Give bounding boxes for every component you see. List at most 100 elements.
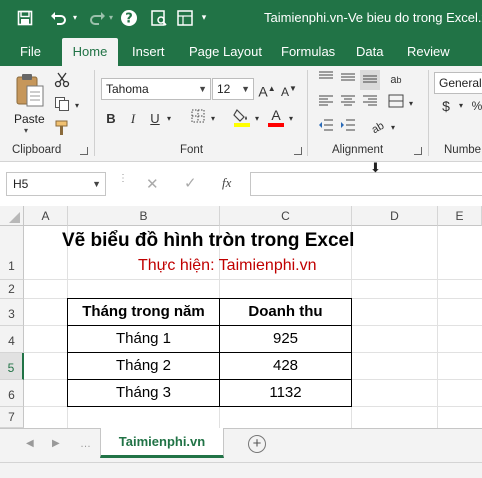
orientation-icon[interactable]: ab xyxy=(386,70,406,90)
italic-button[interactable]: I xyxy=(124,109,142,129)
table-cell-revenue[interactable]: 925 xyxy=(219,325,352,353)
tab-insert[interactable]: Insert xyxy=(132,38,165,66)
align-left-icon[interactable] xyxy=(316,94,336,114)
paste-dropdown-icon: ▾ xyxy=(24,126,29,135)
table-cell-month[interactable]: Tháng 1 xyxy=(67,325,220,353)
bottom-align-icon[interactable] xyxy=(360,70,380,90)
borders-dropdown-icon[interactable]: ▾ xyxy=(208,109,218,129)
copy-dropdown-icon[interactable]: ▾ xyxy=(72,96,82,116)
sheet-title[interactable]: Vẽ biểu đồ hình tròn trong Excel xyxy=(62,230,354,252)
align-center-icon[interactable] xyxy=(338,94,358,114)
sheet-tab-active[interactable]: Taimienphi.vn xyxy=(100,428,224,458)
svg-text:A: A xyxy=(271,107,281,123)
scroll-right-icon[interactable]: ▶ xyxy=(52,438,60,449)
font-color-icon[interactable]: A xyxy=(266,107,286,127)
column-header-a[interactable]: A xyxy=(24,206,68,226)
svg-text:?: ? xyxy=(125,12,133,27)
paste-button[interactable]: Paste ▾ xyxy=(10,72,50,135)
currency-button[interactable]: $ xyxy=(438,96,454,116)
add-sheet-icon[interactable]: + xyxy=(248,435,266,453)
font-color-dropdown-icon[interactable]: ▾ xyxy=(286,109,296,129)
table-cell-month[interactable]: Tháng 2 xyxy=(67,352,220,380)
cancel-icon[interactable]: ✕ xyxy=(146,175,159,193)
row-header-2[interactable]: 2 xyxy=(0,280,24,299)
font-launcher-icon[interactable] xyxy=(294,147,302,155)
chevron-down-icon: ▼ xyxy=(92,179,101,189)
text-angle-dropdown-icon[interactable]: ▾ xyxy=(388,118,398,138)
group-separator xyxy=(307,70,308,156)
format-painter-icon[interactable] xyxy=(52,120,72,140)
middle-align-icon[interactable] xyxy=(338,70,358,90)
table-header-month[interactable]: Tháng trong năm xyxy=(67,298,220,326)
align-right-icon[interactable] xyxy=(360,94,380,114)
percent-icon[interactable]: % xyxy=(470,96,482,116)
bold-button[interactable]: B xyxy=(102,109,120,129)
clipboard-launcher-icon[interactable] xyxy=(80,147,88,155)
enter-icon[interactable]: ✓ xyxy=(184,174,197,192)
resize-handle-icon[interactable]: ⋮ xyxy=(118,174,128,192)
column-header-b[interactable]: B xyxy=(68,206,220,226)
scroll-left-icon[interactable]: ◀ xyxy=(26,438,34,449)
help-icon[interactable]: ? xyxy=(118,7,140,29)
cut-icon[interactable] xyxy=(52,72,72,92)
decrease-indent-icon[interactable] xyxy=(316,118,336,138)
number-format-dropdown[interactable]: General xyxy=(434,72,482,94)
alignment-launcher-icon[interactable] xyxy=(414,147,422,155)
font-name-dropdown[interactable]: Tahoma ▼ xyxy=(101,78,211,100)
group-separator xyxy=(94,70,95,156)
alignment-group-label: Alignment xyxy=(332,144,384,156)
increase-font-size-icon[interactable]: A▲ xyxy=(258,79,276,100)
select-all-corner[interactable] xyxy=(0,206,24,226)
column-header-e[interactable]: E xyxy=(438,206,482,226)
ribbon: Paste ▾ ▾ Clipboard Tahoma ▼ 12 ▼ A▲ A▼ … xyxy=(0,66,482,162)
table-cell-revenue[interactable]: 428 xyxy=(219,352,352,380)
tab-file[interactable]: File xyxy=(20,38,41,66)
top-align-icon[interactable] xyxy=(316,70,336,90)
column-header-c[interactable]: C xyxy=(220,206,352,226)
tab-page-layout[interactable]: Page Layout xyxy=(189,38,262,66)
sheet-subtitle[interactable]: Thực hiện: Taimienphi.vn xyxy=(138,257,317,275)
tab-review[interactable]: Review xyxy=(407,38,450,66)
save-icon[interactable] xyxy=(14,7,36,29)
wrap-text-icon[interactable] xyxy=(386,94,406,114)
redo-dropdown-icon[interactable]: ▾ xyxy=(106,7,116,29)
more-sheets-icon[interactable]: … xyxy=(80,438,91,450)
font-size-dropdown[interactable]: 12 ▼ xyxy=(212,78,254,100)
name-box[interactable]: H5 ▼ xyxy=(6,172,106,196)
undo-icon[interactable] xyxy=(48,7,70,29)
tab-home[interactable]: Home xyxy=(62,38,118,66)
copy-icon[interactable] xyxy=(52,96,72,116)
row-header-3[interactable]: 3 xyxy=(0,299,24,326)
fill-color-dropdown-icon[interactable]: ▾ xyxy=(252,109,262,129)
currency-dropdown-icon[interactable]: ▾ xyxy=(456,96,466,116)
mouse-cursor-icon: ⬇ xyxy=(370,160,381,175)
increase-indent-icon[interactable] xyxy=(338,118,358,138)
redo-icon[interactable] xyxy=(86,7,108,29)
row-header-5[interactable]: 5 xyxy=(0,353,24,380)
ribbon-tabs: File Home Insert Page Layout Formulas Da… xyxy=(0,38,482,66)
tab-data[interactable]: Data xyxy=(356,38,383,66)
tab-formulas[interactable]: Formulas xyxy=(281,38,335,66)
underline-button[interactable]: U xyxy=(146,109,164,129)
table-header-revenue[interactable]: Doanh thu xyxy=(219,298,352,326)
row-header-4[interactable]: 4 xyxy=(0,326,24,353)
print-layout-icon[interactable] xyxy=(174,7,196,29)
merge-dropdown-icon[interactable]: ▾ xyxy=(406,94,416,114)
underline-dropdown-icon[interactable]: ▾ xyxy=(164,109,174,129)
decrease-font-size-icon[interactable]: A▼ xyxy=(280,79,298,99)
row-header-7[interactable]: 7 xyxy=(0,407,24,428)
insert-function-button[interactable]: fx xyxy=(222,175,231,191)
formula-input[interactable] xyxy=(250,172,482,196)
undo-dropdown-icon[interactable]: ▾ xyxy=(70,7,80,29)
customize-qat-icon[interactable]: ▾ xyxy=(198,7,210,29)
table-cell-revenue[interactable]: 1132 xyxy=(219,379,352,407)
row-header-6[interactable]: 6 xyxy=(0,380,24,407)
column-header-d[interactable]: D xyxy=(352,206,438,226)
table-cell-month[interactable]: Tháng 3 xyxy=(67,379,220,407)
worksheet-grid[interactable]: A B C D E 1 2 3 4 5 6 7 Vẽ biểu đồ hình … xyxy=(0,206,482,428)
borders-icon[interactable] xyxy=(188,109,208,129)
print-preview-icon[interactable] xyxy=(148,7,170,29)
fill-color-icon[interactable] xyxy=(232,107,252,127)
row-header-1[interactable]: 1 xyxy=(0,226,24,280)
paste-label: Paste xyxy=(14,112,45,126)
